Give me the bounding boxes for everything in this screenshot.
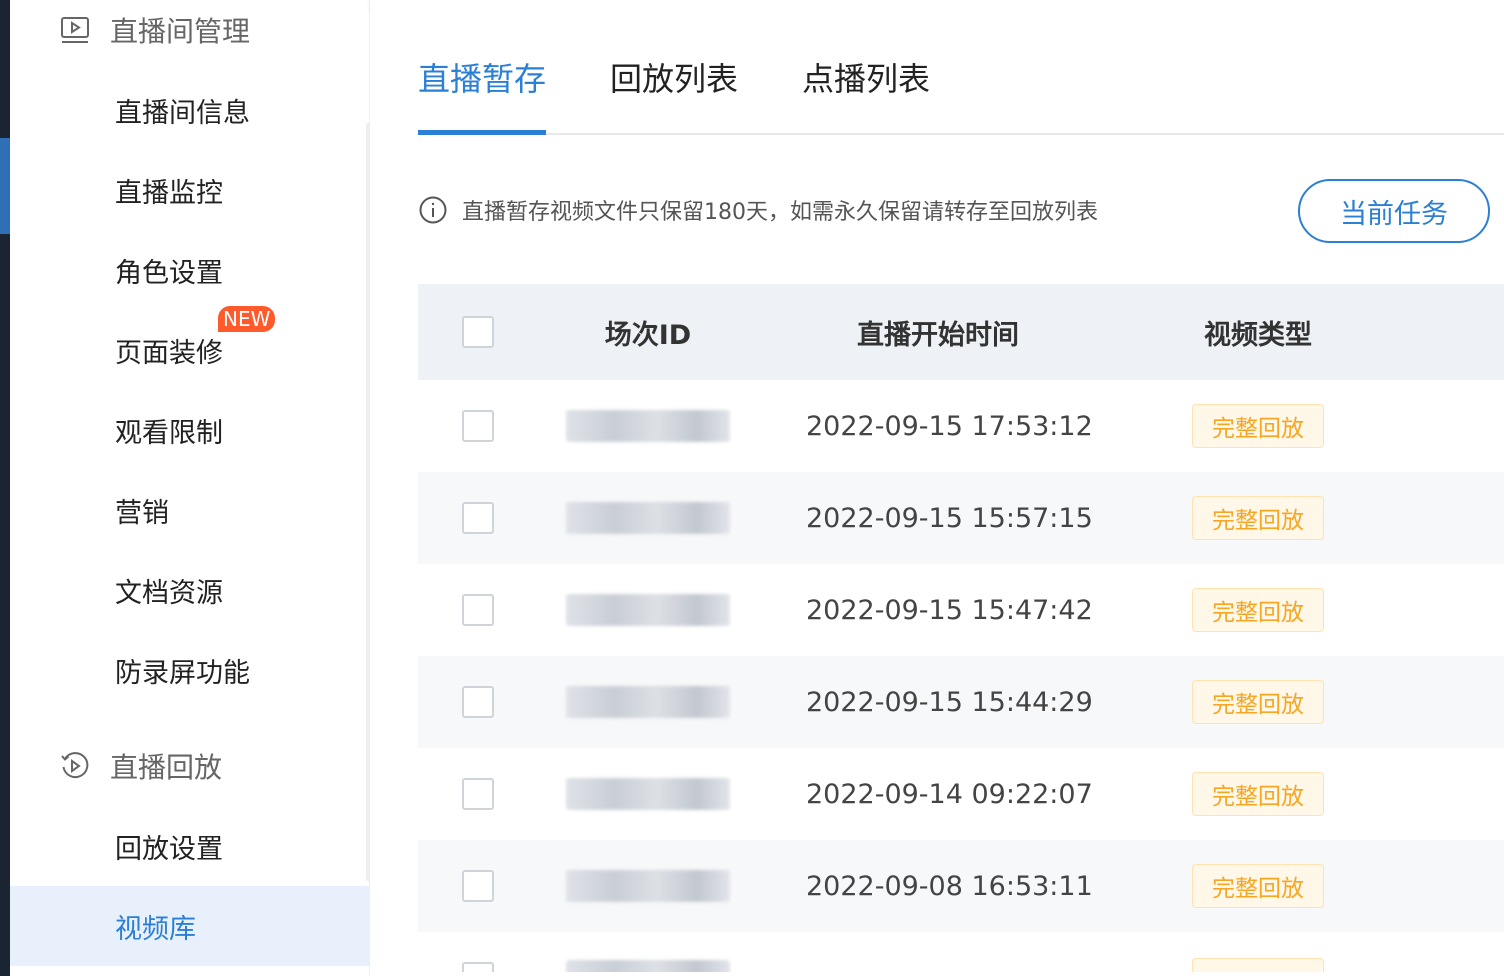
sidebar-item-label: 文档资源 [115,577,223,609]
column-header-session-id: 场次ID [604,319,692,351]
tab-vod-list[interactable]: 点播列表 [802,54,930,134]
row-checkbox[interactable] [462,686,494,718]
table-row-partial[interactable] [418,932,1504,972]
row-checkbox[interactable] [462,962,494,972]
sidebar-item-page-decoration[interactable]: 页面装修 NEW [10,306,370,390]
column-header-video-type: 视频类型 [1204,319,1312,351]
retention-notice: 直播暂存视频文件只保留180天，如需永久保留请转存至回放列表 [418,194,1098,226]
table-header: 场次ID 直播开始时间 视频类型 [418,284,1504,380]
sidebar-item-label: 角色设置 [115,257,223,289]
tab-label: 回放列表 [610,60,739,98]
sidebar-item-view-limit[interactable]: 观看限制 [10,390,370,470]
video-type-tag: 完整回放 [1192,404,1324,448]
start-time: 2022-09-08 16:53:11 [806,870,1093,902]
session-id-redacted [566,870,730,902]
row-checkbox[interactable] [462,870,494,902]
info-icon [418,195,448,225]
sidebar-item-video-library[interactable]: 视频库 [10,886,370,966]
video-type-tag: 完整回放 [1192,588,1324,632]
video-table: 场次ID 直播开始时间 视频类型 2022-09-15 17:53:12 完整回… [418,284,1504,972]
new-badge: NEW [218,306,276,332]
sidebar-item-label: 回放设置 [115,833,223,865]
session-id-redacted [566,778,730,810]
sidebar-item-room-info[interactable]: 直播间信息 [10,70,370,150]
sidebar-item-label: 页面装修 [115,337,223,369]
sidebar-item-label: 直播间信息 [115,97,250,129]
sidebar-group-replay[interactable]: 直播回放 [58,746,222,786]
video-type-tag-partial [1192,958,1324,972]
app-rail [0,0,10,976]
sidebar-item-replay-settings[interactable]: 回放设置 [10,806,370,886]
sidebar-item-label: 营销 [115,497,169,529]
select-all-checkbox[interactable] [462,316,494,348]
video-type-tag: 完整回放 [1192,680,1324,724]
start-time: 2022-09-15 15:44:29 [806,686,1093,718]
tab-replay-list[interactable]: 回放列表 [610,54,738,134]
sidebar-item-label: 观看限制 [115,417,223,449]
session-id-redacted [566,960,730,972]
sidebar-item-label: 防录屏功能 [115,657,250,689]
sidebar-item-roles[interactable]: 角色设置 [10,230,370,310]
sidebar-item-marketing[interactable]: 营销 [10,470,370,550]
sidebar-group-live-room[interactable]: 直播间管理 [58,10,250,50]
sidebar-item-label: 视频库 [115,913,196,945]
replay-circle-icon [58,749,92,783]
tab-label: 直播暂存 [418,60,547,98]
sidebar: 直播间管理 直播间信息 直播监控 角色设置 页面装修 NEW 观看限制 营销 文… [10,0,374,976]
tab-live-temp[interactable]: 直播暂存 [418,54,547,135]
tab-label: 点播列表 [802,60,931,98]
rail-active-indicator [0,138,10,234]
table-row[interactable]: 2022-09-15 15:44:29 完整回放 [418,656,1504,748]
sidebar-item-label: 直播监控 [115,177,223,209]
current-task-button[interactable]: 当前任务 [1298,179,1490,243]
row-checkbox[interactable] [462,410,494,442]
sidebar-item-monitor[interactable]: 直播监控 [10,150,370,230]
table-row[interactable]: 2022-09-15 15:57:15 完整回放 [418,472,1504,564]
start-time: 2022-09-14 09:22:07 [806,778,1093,810]
table-row[interactable]: 2022-09-15 15:47:42 完整回放 [418,564,1504,656]
video-type-tag: 完整回放 [1192,772,1324,816]
video-type-tag: 完整回放 [1192,864,1324,908]
row-checkbox[interactable] [462,778,494,810]
main-content: 直播暂存 回放列表 点播列表 直播暂存视频文件只保留180天，如需永久保留请转存… [370,10,1504,976]
sidebar-item-anti-recording[interactable]: 防录屏功能 [10,630,370,710]
sidebar-group-label: 直播回放 [110,751,223,784]
start-time: 2022-09-15 17:53:12 [806,410,1093,442]
session-id-redacted [566,410,730,442]
session-id-redacted [566,686,730,718]
table-row[interactable]: 2022-09-08 16:53:11 完整回放 [418,840,1504,932]
table-row[interactable]: 2022-09-14 09:22:07 完整回放 [418,748,1504,840]
notice-text: 直播暂存视频文件只保留180天，如需永久保留请转存至回放列表 [462,200,1098,225]
start-time: 2022-09-15 15:47:42 [806,594,1093,626]
row-checkbox[interactable] [462,594,494,626]
play-square-icon [58,13,92,47]
row-checkbox[interactable] [462,502,494,534]
video-type-tag: 完整回放 [1192,496,1324,540]
session-id-redacted [566,502,730,534]
top-bar [370,0,1504,10]
start-time: 2022-09-15 15:57:15 [806,502,1093,534]
table-row[interactable]: 2022-09-15 17:53:12 完整回放 [418,380,1504,472]
sidebar-group-label: 直播间管理 [110,15,251,48]
session-id-redacted [566,594,730,626]
sidebar-item-documents[interactable]: 文档资源 [10,550,370,630]
tab-bar: 直播暂存 回放列表 点播列表 [418,40,1504,135]
column-header-start-time: 直播开始时间 [857,319,1019,351]
